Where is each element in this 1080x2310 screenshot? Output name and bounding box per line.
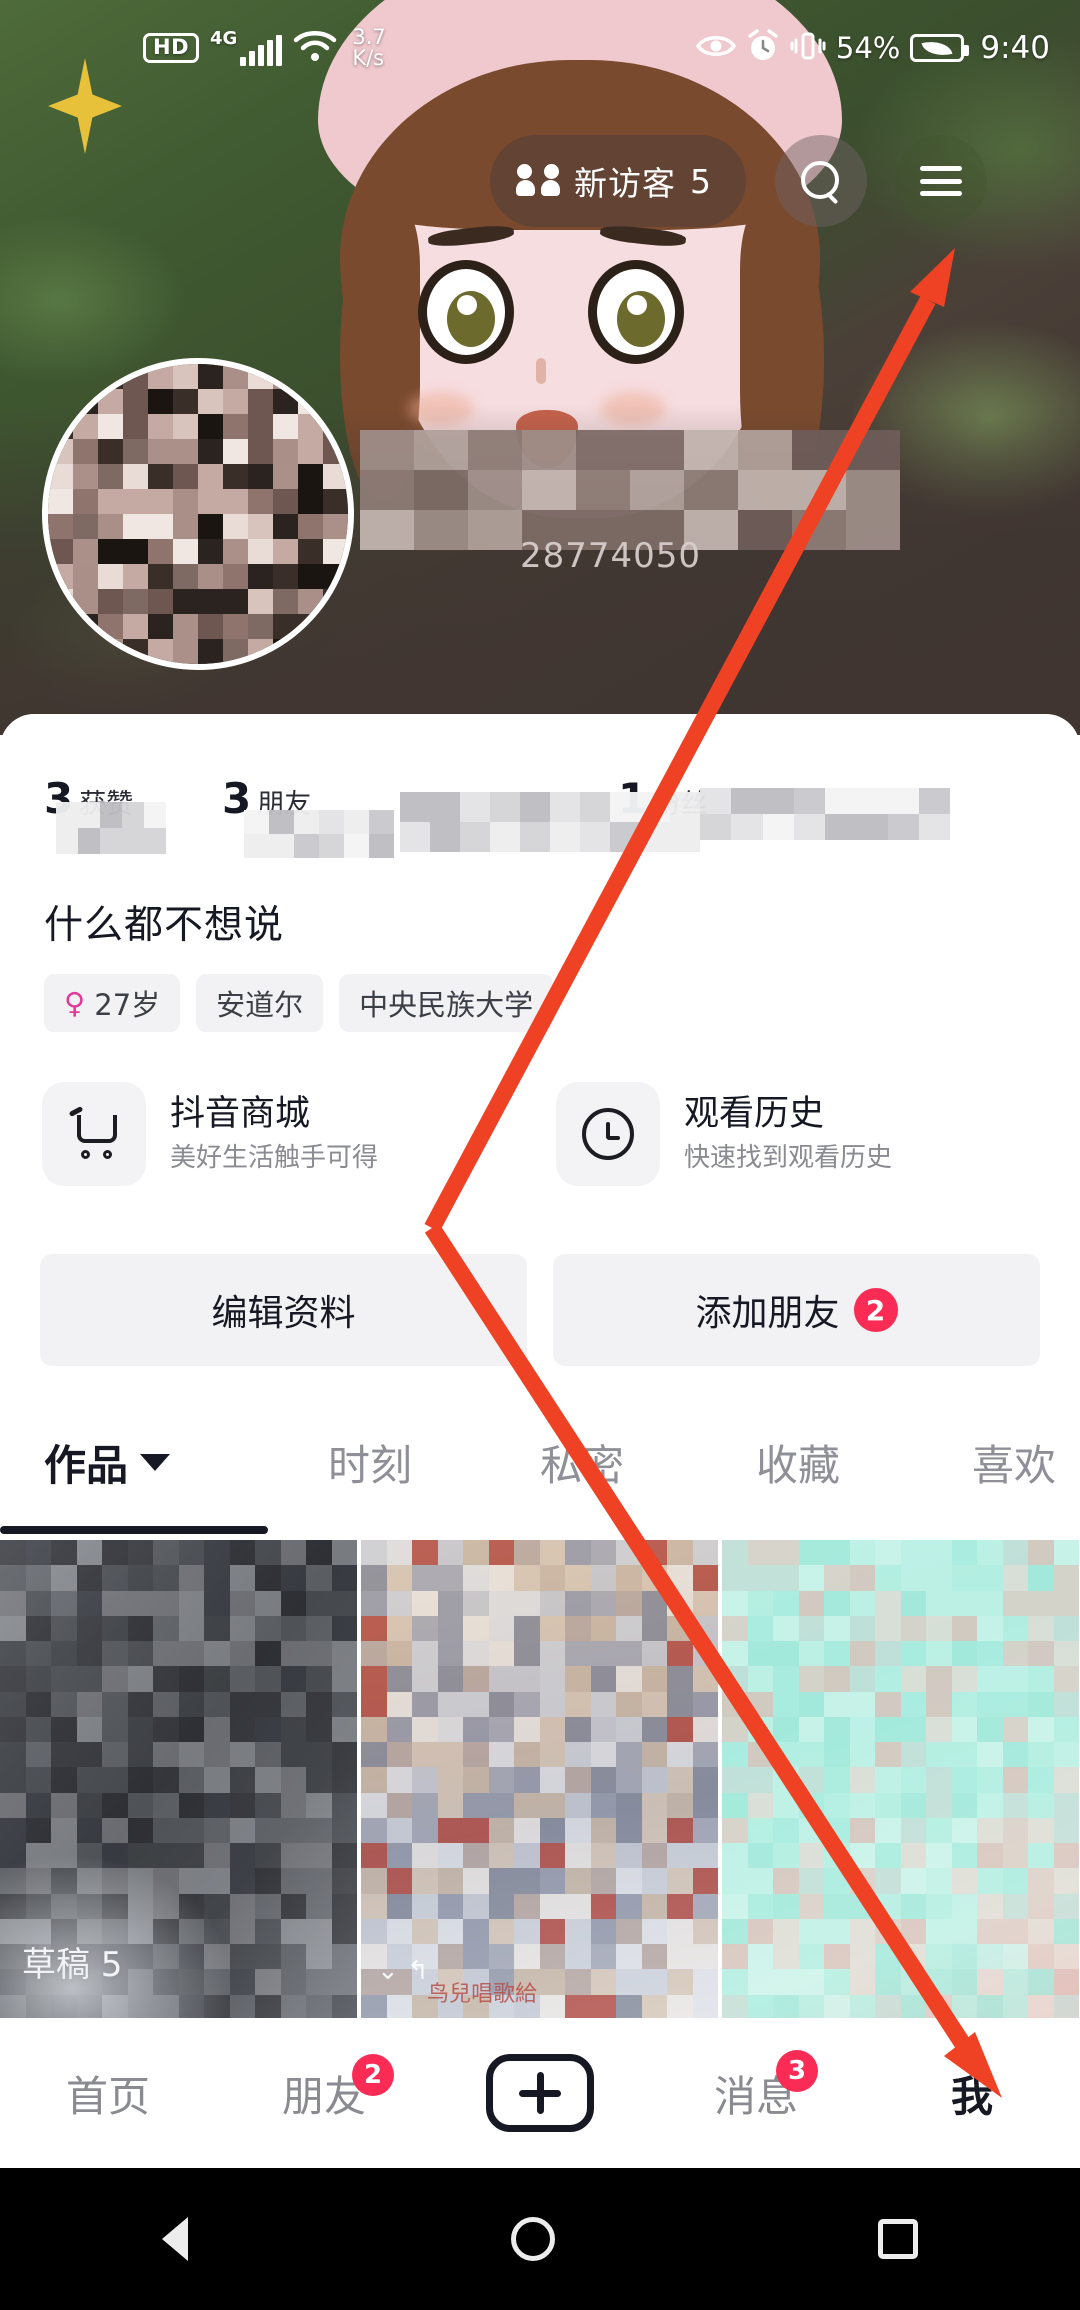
tab-works[interactable]: 作品 bbox=[44, 1432, 171, 1493]
profile-tags: ♀ 27岁 安道尔 中央民族大学 bbox=[44, 974, 554, 1032]
thumbnail-pixelation bbox=[722, 1540, 1079, 2020]
alarm-icon bbox=[746, 29, 780, 67]
new-visitors-label: 新访客 bbox=[574, 164, 676, 203]
tab-moments-label: 时刻 bbox=[328, 1441, 413, 1490]
female-gender-icon: ♀ bbox=[64, 985, 86, 1020]
grid-item-draft[interactable]: 草稿 5 bbox=[0, 1540, 357, 2020]
new-visitors-count: 5 bbox=[690, 161, 712, 201]
service-history-subtitle: 快速找到观看历史 bbox=[684, 1143, 893, 1174]
stat-friends-label: 朋友 bbox=[257, 789, 312, 820]
network-type-label: 4G bbox=[210, 28, 238, 49]
avatar-pixelation-overlay bbox=[48, 364, 348, 664]
eye-icon bbox=[695, 32, 736, 64]
search-icon bbox=[801, 161, 841, 201]
stat-fans-label: 粉丝 bbox=[653, 789, 708, 820]
top-navigation-bar: 新访客 5 bbox=[0, 135, 1080, 235]
thumbnail-pixelation bbox=[361, 1540, 718, 2020]
action-buttons-row: 编辑资料 添加朋友 2 bbox=[40, 1254, 1040, 1366]
bottom-nav-create[interactable] bbox=[432, 2018, 648, 2168]
edit-profile-button[interactable]: 编辑资料 bbox=[40, 1254, 527, 1366]
bottom-nav-messages-badge: 3 bbox=[776, 2050, 818, 2092]
tab-moments[interactable]: 时刻 bbox=[328, 1432, 412, 1493]
service-history[interactable]: 观看历史 快速找到观看历史 bbox=[556, 1070, 1036, 1198]
new-visitors-pill[interactable]: 新访客 5 bbox=[490, 135, 746, 227]
stat-likes-count: 3 bbox=[44, 774, 74, 823]
bottom-nav-home-label: 首页 bbox=[65, 2071, 150, 2121]
stat-fans-count: 1 bbox=[618, 774, 648, 823]
tag-location-label: 安道尔 bbox=[216, 988, 304, 1022]
people-icon bbox=[516, 164, 560, 198]
thumbnail-pixelation bbox=[0, 1540, 357, 2020]
wifi-icon bbox=[293, 29, 337, 67]
tab-private-label: 私密 bbox=[540, 1441, 625, 1490]
bottom-navigation-bar: 首页 朋友 2 消息 3 我 bbox=[0, 2018, 1080, 2168]
clock-time: 9:40 bbox=[980, 30, 1050, 66]
service-entries-row: 抖音商城 美好生活触手可得 观看历史 快速找到观看历史 bbox=[42, 1070, 1038, 1198]
bottom-nav-messages[interactable]: 消息 3 bbox=[648, 2018, 864, 2168]
grid-item-video-1[interactable]: ⌄ ↰ 鸟兒唱歌給 bbox=[361, 1540, 718, 2020]
edit-profile-label: 编辑资料 bbox=[211, 1293, 356, 1334]
bottom-nav-friends[interactable]: 朋友 2 bbox=[216, 2018, 432, 2168]
tag-school[interactable]: 中央民族大学 bbox=[339, 974, 554, 1032]
shopping-cart-icon bbox=[42, 1082, 146, 1186]
phone-screen: HD 4G 3.7 K/s 54% 9:40 新访客 5 28774050 3 … bbox=[0, 0, 1080, 2310]
cellular-signal-icon: 4G bbox=[210, 28, 283, 66]
recents-icon[interactable] bbox=[878, 2219, 919, 2259]
hd-icon: HD bbox=[143, 33, 200, 63]
bottom-nav-friends-badge: 2 bbox=[352, 2054, 394, 2096]
system-navigation-bar bbox=[0, 2168, 1080, 2310]
hamburger-menu-button[interactable] bbox=[895, 135, 987, 227]
stat-likes-label: 获赞 bbox=[79, 789, 134, 820]
nickname-blur-overlay bbox=[360, 430, 900, 550]
clock-history-icon bbox=[556, 1082, 660, 1186]
tag-age-label: 27岁 bbox=[94, 988, 161, 1022]
grid-item-video-2[interactable] bbox=[722, 1540, 1079, 2020]
tab-works-label: 作品 bbox=[44, 1441, 129, 1490]
service-mall-subtitle: 美好生活触手可得 bbox=[170, 1143, 379, 1174]
avatar[interactable] bbox=[42, 358, 354, 670]
battery-percent: 54% bbox=[835, 31, 901, 65]
battery-saver-icon bbox=[910, 34, 970, 62]
back-icon[interactable] bbox=[161, 2217, 188, 2261]
tab-favorites-label: 收藏 bbox=[756, 1441, 841, 1490]
tag-school-label: 中央民族大学 bbox=[359, 988, 534, 1022]
content-tabs: 作品 时刻 私密 收藏 喜欢 bbox=[0, 1414, 1080, 1534]
home-icon[interactable] bbox=[510, 2217, 555, 2261]
stat-fans[interactable]: 1 粉丝 bbox=[618, 774, 707, 823]
service-mall[interactable]: 抖音商城 美好生活触手可得 bbox=[42, 1070, 522, 1198]
tab-active-underline bbox=[0, 1526, 268, 1534]
bottom-nav-me[interactable]: 我 bbox=[864, 2018, 1080, 2168]
tab-likes[interactable]: 喜欢 bbox=[972, 1432, 1056, 1493]
video-meta-icon: ⌄ ↰ bbox=[377, 1956, 429, 1986]
search-button[interactable] bbox=[775, 135, 867, 227]
hamburger-menu-icon bbox=[920, 166, 962, 196]
tag-location[interactable]: 安道尔 bbox=[196, 974, 324, 1032]
tab-private[interactable]: 私密 bbox=[540, 1432, 624, 1493]
add-friends-badge: 2 bbox=[853, 1288, 898, 1332]
add-friends-button[interactable]: 添加朋友 2 bbox=[553, 1254, 1040, 1366]
tab-favorites[interactable]: 收藏 bbox=[756, 1432, 840, 1493]
video-caption: 鸟兒唱歌給 bbox=[427, 1982, 538, 2007]
profile-stats-row: 3 获赞 3 朋友 1 粉丝 bbox=[0, 764, 1080, 858]
stat-friends-count: 3 bbox=[222, 774, 252, 823]
bottom-nav-home[interactable]: 首页 bbox=[0, 2018, 216, 2168]
service-mall-title: 抖音商城 bbox=[170, 1094, 311, 1135]
chevron-down-icon[interactable] bbox=[140, 1454, 171, 1471]
content-grid: 草稿 5 ⌄ ↰ 鸟兒唱歌給 bbox=[0, 1540, 1080, 2020]
tag-age[interactable]: ♀ 27岁 bbox=[44, 974, 181, 1032]
draft-count-label: 草稿 5 bbox=[22, 1945, 123, 1985]
vibrate-icon bbox=[790, 30, 826, 66]
plus-create-icon[interactable] bbox=[486, 2054, 594, 2132]
add-friends-label: 添加朋友 bbox=[695, 1293, 840, 1334]
profile-bio[interactable]: 什么都不想说 bbox=[44, 894, 284, 950]
stat-likes[interactable]: 3 获赞 bbox=[44, 774, 133, 823]
stats-blur-overlay bbox=[0, 764, 1080, 860]
status-bar: HD 4G 3.7 K/s 54% 9:40 bbox=[0, 0, 1080, 96]
stat-friends[interactable]: 3 朋友 bbox=[222, 774, 311, 823]
tab-likes-label: 喜欢 bbox=[972, 1441, 1057, 1490]
bottom-nav-me-label: 我 bbox=[950, 2071, 993, 2121]
user-id: 28774050 bbox=[520, 536, 702, 576]
network-speed: 3.7 K/s bbox=[352, 25, 386, 70]
service-history-title: 观看历史 bbox=[684, 1094, 825, 1135]
